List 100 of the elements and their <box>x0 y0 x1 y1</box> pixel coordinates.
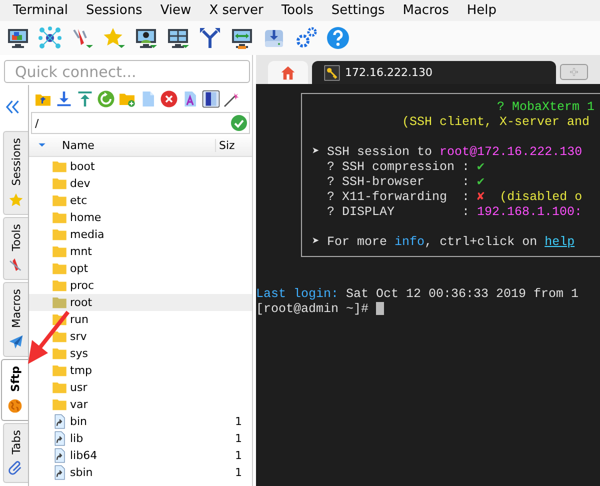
terminal-tab[interactable] <box>268 61 308 84</box>
file-size: 1 <box>235 466 242 479</box>
menu-item[interactable]: Tools <box>272 3 322 18</box>
menu-item[interactable]: Help <box>458 3 506 18</box>
side-tab[interactable]: Macros <box>3 282 28 357</box>
file-row[interactable]: sys <box>29 345 252 362</box>
plus-icon <box>569 67 579 77</box>
monitor-icon[interactable] <box>6 26 30 50</box>
gears-icon[interactable] <box>294 26 318 50</box>
file-name: mnt <box>70 245 93 258</box>
download-icon[interactable] <box>55 90 73 108</box>
side-tab[interactable]: Tools <box>3 216 28 280</box>
file-row[interactable]: bin 1 <box>29 413 252 430</box>
terminal[interactable] <box>256 84 600 486</box>
menu-item[interactable]: Settings <box>322 3 394 18</box>
column-header[interactable]: Name <box>47 138 215 152</box>
file-size: 1 <box>235 432 242 445</box>
network-icon[interactable] <box>38 26 62 50</box>
confirm-icon[interactable] <box>231 115 247 131</box>
help-link[interactable]: help <box>544 235 575 249</box>
file-name: sys <box>70 347 89 360</box>
file-name: var <box>70 398 89 411</box>
paperclip-icon <box>8 460 24 476</box>
file-size: 1 <box>235 449 242 462</box>
menu-item[interactable]: X server <box>200 3 272 18</box>
folder-icon <box>52 159 67 174</box>
terminal-line: ➤ For more info, ctrl+click on help <box>312 235 576 250</box>
transfer-monitor-icon[interactable] <box>230 26 254 50</box>
file-name: sbin <box>70 466 94 479</box>
menu-item[interactable]: Terminal <box>4 3 77 18</box>
upload-icon[interactable] <box>76 90 94 108</box>
file-name: boot <box>70 160 96 173</box>
file-name: media <box>70 228 106 241</box>
file-row[interactable]: srv <box>29 328 252 345</box>
file-size: 1 <box>235 415 242 428</box>
terminal-line: ? MobaXterm 1 <box>496 100 596 115</box>
file-name: tmp <box>70 364 94 377</box>
delete-icon[interactable] <box>160 90 178 108</box>
help-icon[interactable] <box>326 26 350 50</box>
paper-plane-icon <box>8 334 24 350</box>
file-row[interactable]: opt <box>29 260 252 277</box>
file-row[interactable]: proc <box>29 277 252 294</box>
split-monitor-icon[interactable] <box>166 26 190 50</box>
folder-icon <box>52 363 67 378</box>
terminal-line: ? SSH-browser : ✔ <box>326 175 486 190</box>
fork-icon[interactable] <box>198 26 222 50</box>
knife-icon <box>8 256 24 273</box>
file-name: usr <box>70 381 88 394</box>
file-row[interactable]: boot <box>29 158 252 175</box>
folder-icon <box>52 193 67 208</box>
terminal-line: (SSH client, X-server and <box>401 115 591 130</box>
terminal-line: Last login: Sat Oct 12 00:36:33 2019 from 1 <box>256 287 580 302</box>
file-link-icon <box>52 414 67 429</box>
file-row[interactable]: etc <box>29 192 252 209</box>
folder-icon <box>52 329 67 344</box>
file-link-icon <box>52 465 67 480</box>
file-row[interactable]: lib 1 <box>29 430 252 447</box>
file-link-icon <box>52 431 67 446</box>
folder-icon <box>52 397 67 412</box>
file-row[interactable]: var <box>29 396 252 413</box>
folder-icon <box>52 176 67 191</box>
menu-item[interactable]: View <box>151 3 200 18</box>
terminal-line: [root@admin ~]# <box>256 302 600 317</box>
folder-icon <box>52 244 67 259</box>
file-row[interactable]: media <box>29 226 252 243</box>
side-tab[interactable]: Sftp <box>1 358 28 421</box>
terminal-line: ? DISPLAY : 192.168.1.100: <box>326 205 584 220</box>
file-name: root <box>70 296 94 309</box>
star-icon[interactable] <box>102 26 126 50</box>
file-row[interactable]: lib64 1 <box>29 447 252 464</box>
file-name: lib64 <box>70 449 98 462</box>
file-row[interactable]: mnt <box>29 243 252 260</box>
terminal-tab[interactable]: 172.16.222.130 <box>312 61 556 84</box>
folder-icon <box>52 227 67 242</box>
refresh-icon[interactable] <box>97 90 115 108</box>
file-name: dev <box>70 177 92 190</box>
file-name: srv <box>70 330 88 343</box>
side-tab[interactable]: Sessions <box>3 131 28 215</box>
file-name: lib <box>70 432 84 445</box>
column-header[interactable]: Siz <box>215 138 252 152</box>
file-row[interactable]: root <box>29 294 252 311</box>
terminal-line: ? SSH compression : ✔ <box>326 160 486 175</box>
file-row[interactable]: sbin 1 <box>29 464 252 481</box>
menu-item[interactable]: Macros <box>394 3 458 18</box>
side-tab[interactable]: Tabs <box>3 422 28 484</box>
quick-connect-field[interactable]: Quick connect... <box>4 60 250 83</box>
file-row[interactable]: dev <box>29 175 252 192</box>
file-row[interactable]: tmp <box>29 362 252 379</box>
terminal-line: ➤ SSH session to root@172.16.222.130 <box>312 145 584 160</box>
user-monitor-icon[interactable] <box>134 26 158 50</box>
file-row[interactable]: usr <box>29 379 252 396</box>
hidden-files-icon[interactable] <box>202 90 220 108</box>
file-name: home <box>70 211 102 224</box>
file-name: run <box>70 313 90 326</box>
file-row[interactable]: run <box>29 311 252 328</box>
path-field[interactable]: / <box>31 112 250 134</box>
menu-item[interactable]: Sessions <box>76 3 152 18</box>
file-row[interactable]: home <box>29 209 252 226</box>
file-name: proc <box>70 279 96 292</box>
file-name: etc <box>70 194 88 207</box>
